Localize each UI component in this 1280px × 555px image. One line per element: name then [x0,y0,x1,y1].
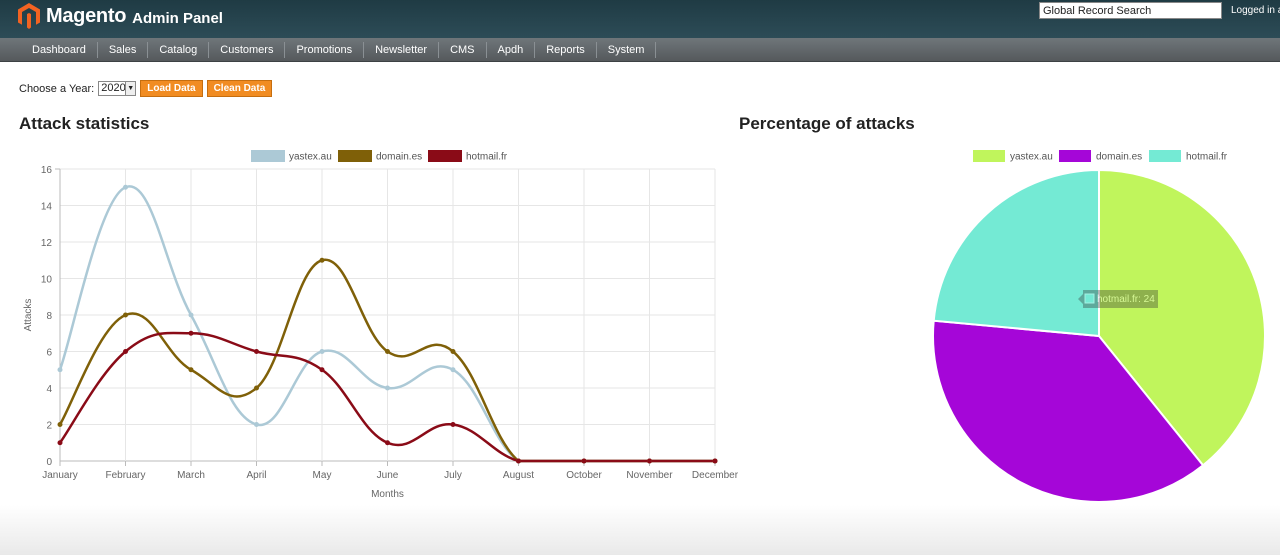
nav-list: Dashboard Sales Catalog Customers Promotions… [21,38,1280,61]
legend-label[interactable]: hotmail.fr [1186,152,1228,163]
legend-swatch[interactable] [338,150,372,162]
x-tick-label: December [692,470,739,481]
magento-logo[interactable]: Magento Admin Panel [18,3,223,29]
brand-name: Magento [46,4,127,27]
data-point[interactable] [319,349,325,354]
main-nav: Dashboard Sales Catalog Customers Promotions… [0,38,1280,62]
legend-label[interactable]: domain.es [376,152,422,163]
data-point[interactable] [385,440,390,446]
select-arrow-icon: ▼ [125,82,136,95]
global-search-input[interactable] [1039,2,1222,19]
magento-logo-icon [18,3,40,29]
legend-swatch[interactable] [1059,150,1091,162]
x-tick-label: August [503,470,534,481]
data-point[interactable] [254,422,259,427]
legend-swatch[interactable] [973,150,1005,162]
y-tick-label: 4 [46,384,52,395]
x-axis-title: Months [371,489,404,500]
data-point[interactable] [385,385,390,391]
legend-label[interactable]: yastex.au [289,152,332,163]
nav-item-newsletter[interactable]: Newsletter [364,41,440,58]
data-point[interactable] [647,458,652,464]
year-select[interactable]: 2020 ▼ [98,81,137,96]
data-point[interactable] [712,458,718,464]
x-tick-label: March [177,470,205,481]
data-point[interactable] [581,458,587,464]
y-tick-label: 8 [46,311,52,322]
y-tick-label: 16 [41,165,53,176]
y-tick-label: 0 [46,457,52,468]
data-point[interactable] [450,367,456,373]
x-tick-label: May [313,470,332,481]
y-tick-label: 2 [46,421,52,432]
legend-label[interactable]: yastex.au [1010,152,1053,163]
tooltip-swatch [1084,293,1095,304]
clean-data-button[interactable]: Clean Data [206,80,273,97]
data-point[interactable] [123,184,128,190]
pie-slice-hotmail.fr[interactable] [932,168,1100,338]
data-point[interactable] [319,367,325,373]
x-tick-label: July [444,470,462,481]
legend-label[interactable]: domain.es [1096,152,1142,163]
legend-swatch[interactable] [251,150,285,162]
nav-item-promotions[interactable]: Promotions [285,41,365,58]
nav-item-apdh[interactable]: Apdh [487,41,536,58]
tooltip-text: hotmail.fr: 24 [1097,294,1155,305]
x-tick-label: November [626,470,673,481]
data-point[interactable] [450,422,456,427]
data-point[interactable] [188,330,194,336]
data-point[interactable] [123,349,128,354]
nav-item-sales[interactable]: Sales [98,41,149,58]
data-point[interactable] [57,440,63,446]
data-point[interactable] [450,349,456,354]
x-tick-label: January [42,470,78,481]
y-axis-title: Attacks [23,299,34,332]
y-tick-label: 14 [41,202,53,213]
legend-swatch[interactable] [428,150,462,162]
x-tick-label: February [105,470,145,481]
y-tick-label: 10 [41,275,53,286]
year-controls: Choose a Year: 2020 ▼ Load Data Clean Da… [19,80,273,97]
data-point[interactable] [319,257,325,263]
pie-tooltip: hotmail.fr: 24 [1078,290,1158,308]
nav-item-customers[interactable]: Customers [209,41,286,58]
brand-subtitle: Admin Panel [132,9,223,27]
x-tick-label: April [246,470,266,481]
data-point[interactable] [254,385,259,391]
data-point[interactable] [188,312,194,318]
nav-item-reports[interactable]: Reports [535,41,597,58]
line-chart-title: Attack statistics [19,114,150,133]
data-point[interactable] [57,422,63,427]
year-label: Choose a Year: [19,82,95,95]
nav-item-catalog[interactable]: Catalog [148,41,210,58]
header-bar: Magento Admin Panel Logged in a [0,0,1280,38]
y-tick-label: 6 [46,348,52,359]
nav-item-system[interactable]: System [597,41,657,58]
data-point[interactable] [516,458,521,464]
logged-in-text: Logged in a [1231,5,1280,16]
data-point[interactable] [254,349,259,354]
nav-item-dashboard[interactable]: Dashboard [21,41,98,58]
data-point[interactable] [385,349,390,354]
nav-item-cms[interactable]: CMS [439,41,487,58]
y-tick-label: 12 [41,238,53,249]
pie-chart-title: Percentage of attacks [739,114,915,133]
data-point[interactable] [123,312,128,318]
percentage-pie-chart: yastex.au domain.es hotmail.fr hotmail.fr: … [932,150,1266,503]
data-point[interactable] [188,367,194,373]
year-select-value: 2020 [101,82,126,94]
legend-swatch[interactable] [1149,150,1181,162]
x-tick-label: June [377,470,399,481]
legend-label[interactable]: hotmail.fr [466,152,508,163]
x-tick-label: October [566,470,602,481]
attack-statistics-chart: 0 2 4 6 8 10 12 14 16 January February March April Ma… [23,150,739,500]
data-point[interactable] [57,367,63,373]
load-data-button[interactable]: Load Data [140,80,203,97]
